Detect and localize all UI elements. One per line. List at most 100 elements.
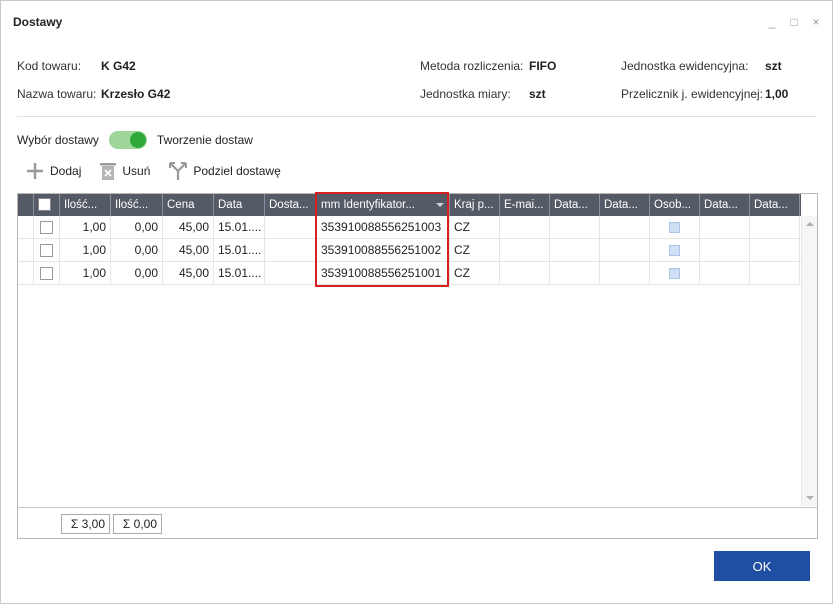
add-button[interactable]: Dodaj xyxy=(25,161,81,181)
cell-email[interactable] xyxy=(500,216,550,238)
table-row[interactable]: 1,00 0,00 45,00 15.01.... 35391008855625… xyxy=(18,239,801,262)
cell-cena[interactable]: 45,00 xyxy=(163,262,214,284)
sort-desc-icon xyxy=(436,203,444,207)
cell-identyfikator[interactable]: 353910088556251003 xyxy=(317,216,450,238)
cell-data-4[interactable] xyxy=(700,216,750,238)
row-checkbox-cell[interactable] xyxy=(34,216,60,238)
header-ilosc-1[interactable]: Ilość... xyxy=(60,194,111,216)
header-data-2[interactable]: Data... xyxy=(550,194,600,216)
trash-icon xyxy=(100,163,117,180)
cell-data-3[interactable] xyxy=(600,262,650,284)
header-data[interactable]: Data xyxy=(214,194,265,216)
vertical-scrollbar[interactable] xyxy=(801,216,817,506)
jednostka-ewidencyjna-label: Jednostka ewidencyjna: xyxy=(621,59,749,73)
cell-data-4[interactable] xyxy=(700,262,750,284)
remove-button[interactable]: Usuń xyxy=(99,161,150,181)
cell-data-2[interactable] xyxy=(550,239,600,261)
close-icon[interactable]: × xyxy=(810,16,822,28)
scroll-down-icon[interactable] xyxy=(806,496,814,500)
cell-data-5[interactable] xyxy=(750,216,800,238)
jednostka-miary-label: Jednostka miary: xyxy=(420,87,511,101)
header-identyfikator[interactable]: mm Identyfikator... xyxy=(317,194,450,216)
minimize-icon[interactable]: _ xyxy=(766,16,778,28)
cell-ilosc-1[interactable]: 1,00 xyxy=(60,239,111,261)
header-email[interactable]: E-mai... xyxy=(500,194,550,216)
header-select-all[interactable] xyxy=(34,194,60,216)
nazwa-towaru-value: Krzesło G42 xyxy=(101,87,171,101)
cell-data[interactable]: 15.01.... xyxy=(214,262,265,284)
table-row[interactable]: 1,00 0,00 45,00 15.01.... 35391008855625… xyxy=(18,216,801,239)
scroll-up-icon[interactable] xyxy=(806,222,814,226)
grid-header: Ilość... Ilość... Cena Data Dosta... mm … xyxy=(18,194,801,216)
cell-data-2[interactable] xyxy=(550,262,600,284)
cell-dostawca[interactable] xyxy=(265,262,317,284)
dostawy-dialog: Dostawy _ □ × Kod towaru: K G42 Nazwa to… xyxy=(0,0,833,604)
cell-data-3[interactable] xyxy=(600,239,650,261)
cell-cena[interactable]: 45,00 xyxy=(163,239,214,261)
grid-footer: Σ 3,00 Σ 0,00 xyxy=(18,507,817,538)
window-title: Dostawy xyxy=(13,15,63,29)
cell-data-4[interactable] xyxy=(700,239,750,261)
table-row[interactable]: 1,00 0,00 45,00 15.01.... 35391008855625… xyxy=(18,262,801,285)
header-dostawca[interactable]: Dosta... xyxy=(265,194,317,216)
cell-ilosc-2[interactable]: 0,00 xyxy=(111,262,163,284)
row-indicator xyxy=(18,239,34,261)
window-controls: _ □ × xyxy=(766,16,822,28)
cell-cena[interactable]: 45,00 xyxy=(163,216,214,238)
osoba-checkbox[interactable] xyxy=(669,245,680,257)
ok-button[interactable]: OK xyxy=(714,551,810,581)
cell-data-5[interactable] xyxy=(750,262,800,284)
metoda-rozliczenia-value: FIFO xyxy=(529,59,557,73)
divider xyxy=(17,116,817,117)
cell-dostawca[interactable] xyxy=(265,239,317,261)
header-ilosc-2[interactable]: Ilość... xyxy=(111,194,163,216)
row-indicator xyxy=(18,262,34,284)
cell-data[interactable]: 15.01.... xyxy=(214,239,265,261)
mode-toggle[interactable] xyxy=(108,131,147,149)
maximize-icon[interactable]: □ xyxy=(788,16,800,28)
osoba-checkbox[interactable] xyxy=(669,222,680,234)
cell-data-5[interactable] xyxy=(750,239,800,261)
grid-rows: 1,00 0,00 45,00 15.01.... 35391008855625… xyxy=(18,216,801,285)
sum-ilosc-1: Σ 3,00 xyxy=(61,514,110,534)
header-kraj[interactable]: Kraj p... xyxy=(450,194,500,216)
cell-email[interactable] xyxy=(500,262,550,284)
select-all-checkbox[interactable] xyxy=(38,198,51,212)
cell-data-2[interactable] xyxy=(550,216,600,238)
cell-osoba[interactable] xyxy=(650,262,700,284)
toggle-left-label: Wybór dostawy xyxy=(17,133,99,147)
cell-osoba[interactable] xyxy=(650,239,700,261)
cell-ilosc-1[interactable]: 1,00 xyxy=(60,216,111,238)
row-checkbox[interactable] xyxy=(40,267,53,281)
cell-identyfikator[interactable]: 353910088556251001 xyxy=(317,262,450,284)
cell-data-3[interactable] xyxy=(600,216,650,238)
cell-dostawca[interactable] xyxy=(265,216,317,238)
row-checkbox[interactable] xyxy=(40,244,53,258)
header-indicator xyxy=(18,194,34,216)
row-checkbox-cell[interactable] xyxy=(34,262,60,284)
header-cena[interactable]: Cena xyxy=(163,194,214,216)
header-osoba[interactable]: Osob... xyxy=(650,194,700,216)
cell-identyfikator[interactable]: 353910088556251002 xyxy=(317,239,450,261)
cell-osoba[interactable] xyxy=(650,216,700,238)
cell-kraj[interactable]: CZ xyxy=(450,216,500,238)
cell-ilosc-1[interactable]: 1,00 xyxy=(60,262,111,284)
cell-ilosc-2[interactable]: 0,00 xyxy=(111,216,163,238)
cell-email[interactable] xyxy=(500,239,550,261)
jednostka-miary-value: szt xyxy=(529,87,546,101)
row-checkbox[interactable] xyxy=(40,221,53,235)
title-bar: Dostawy _ □ × xyxy=(1,1,832,43)
cell-data[interactable]: 15.01.... xyxy=(214,216,265,238)
cell-kraj[interactable]: CZ xyxy=(450,239,500,261)
header-data-3[interactable]: Data... xyxy=(600,194,650,216)
metoda-rozliczenia-label: Metoda rozliczenia: xyxy=(420,59,524,73)
row-checkbox-cell[interactable] xyxy=(34,239,60,261)
cell-kraj[interactable]: CZ xyxy=(450,262,500,284)
remove-button-label: Usuń xyxy=(122,164,151,178)
header-data-4[interactable]: Data... xyxy=(700,194,750,216)
split-button[interactable]: Podziel dostawę xyxy=(168,161,281,181)
header-data-5[interactable]: Data... xyxy=(750,194,800,216)
toggle-knob xyxy=(129,132,146,148)
osoba-checkbox[interactable] xyxy=(669,268,680,280)
cell-ilosc-2[interactable]: 0,00 xyxy=(111,239,163,261)
